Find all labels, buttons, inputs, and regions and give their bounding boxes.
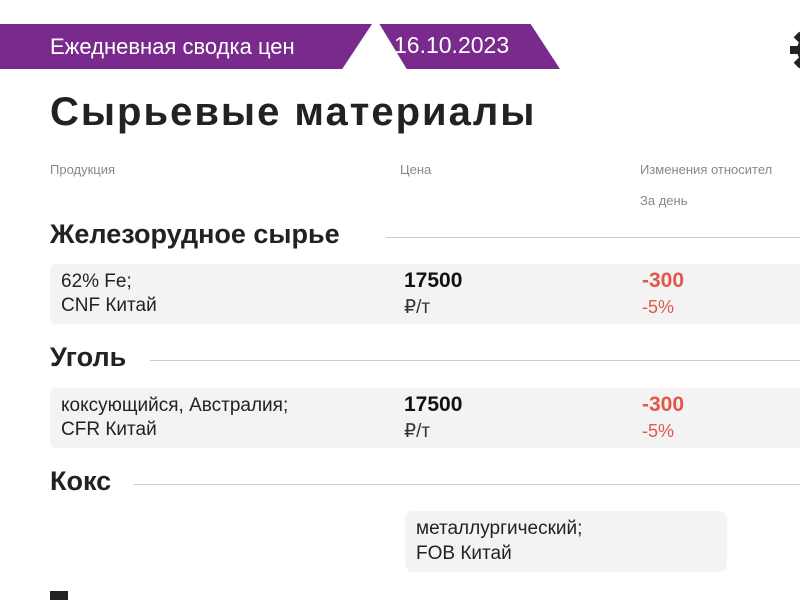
price-unit: ₽/т — [404, 421, 431, 442]
product-name-line1: 62% Fe; — [61, 271, 132, 292]
price-value: 17500 — [404, 269, 463, 292]
next-section-title-partial — [50, 591, 68, 600]
column-header-price: Цена — [400, 162, 432, 177]
change-value: -300 — [642, 269, 685, 292]
product-name-line1: коксующийся, Австралия; — [61, 395, 289, 416]
column-header-change-day: За день — [640, 193, 688, 208]
price-value: 17500 — [404, 393, 463, 416]
product-name-line2: CNF Китай — [61, 295, 157, 316]
product-name-line2: CFR Китай — [61, 419, 157, 440]
page-title: Сырьевые материалы — [50, 90, 537, 134]
change-percent: -5% — [642, 297, 675, 317]
summary-label: Ежедневная сводка цен — [50, 34, 295, 59]
section-divider — [386, 237, 800, 238]
price-unit: ₽/т — [404, 297, 431, 318]
column-header-product: Продукция — [50, 162, 116, 177]
change-percent: -5% — [642, 421, 675, 441]
section-title-coal: Уголь — [50, 342, 137, 373]
column-header-change: Изменения относител — [640, 162, 773, 177]
section-divider — [150, 360, 800, 361]
summary-date: 16.10.2023 — [394, 32, 510, 58]
section-divider — [134, 484, 800, 485]
section-title-coke: Кокс — [50, 466, 122, 497]
product-name-line1: металлургический; — [416, 518, 583, 539]
price-summary-page: Ежедневная сводка цен 16.10.2023 Сырьевы… — [0, 0, 800, 600]
section-title-iron-ore: Железорудное сырье — [50, 219, 350, 250]
product-name-line2: FOB Китай — [416, 543, 512, 564]
change-value: -300 — [642, 393, 685, 416]
gear-icon[interactable] — [782, 22, 800, 78]
